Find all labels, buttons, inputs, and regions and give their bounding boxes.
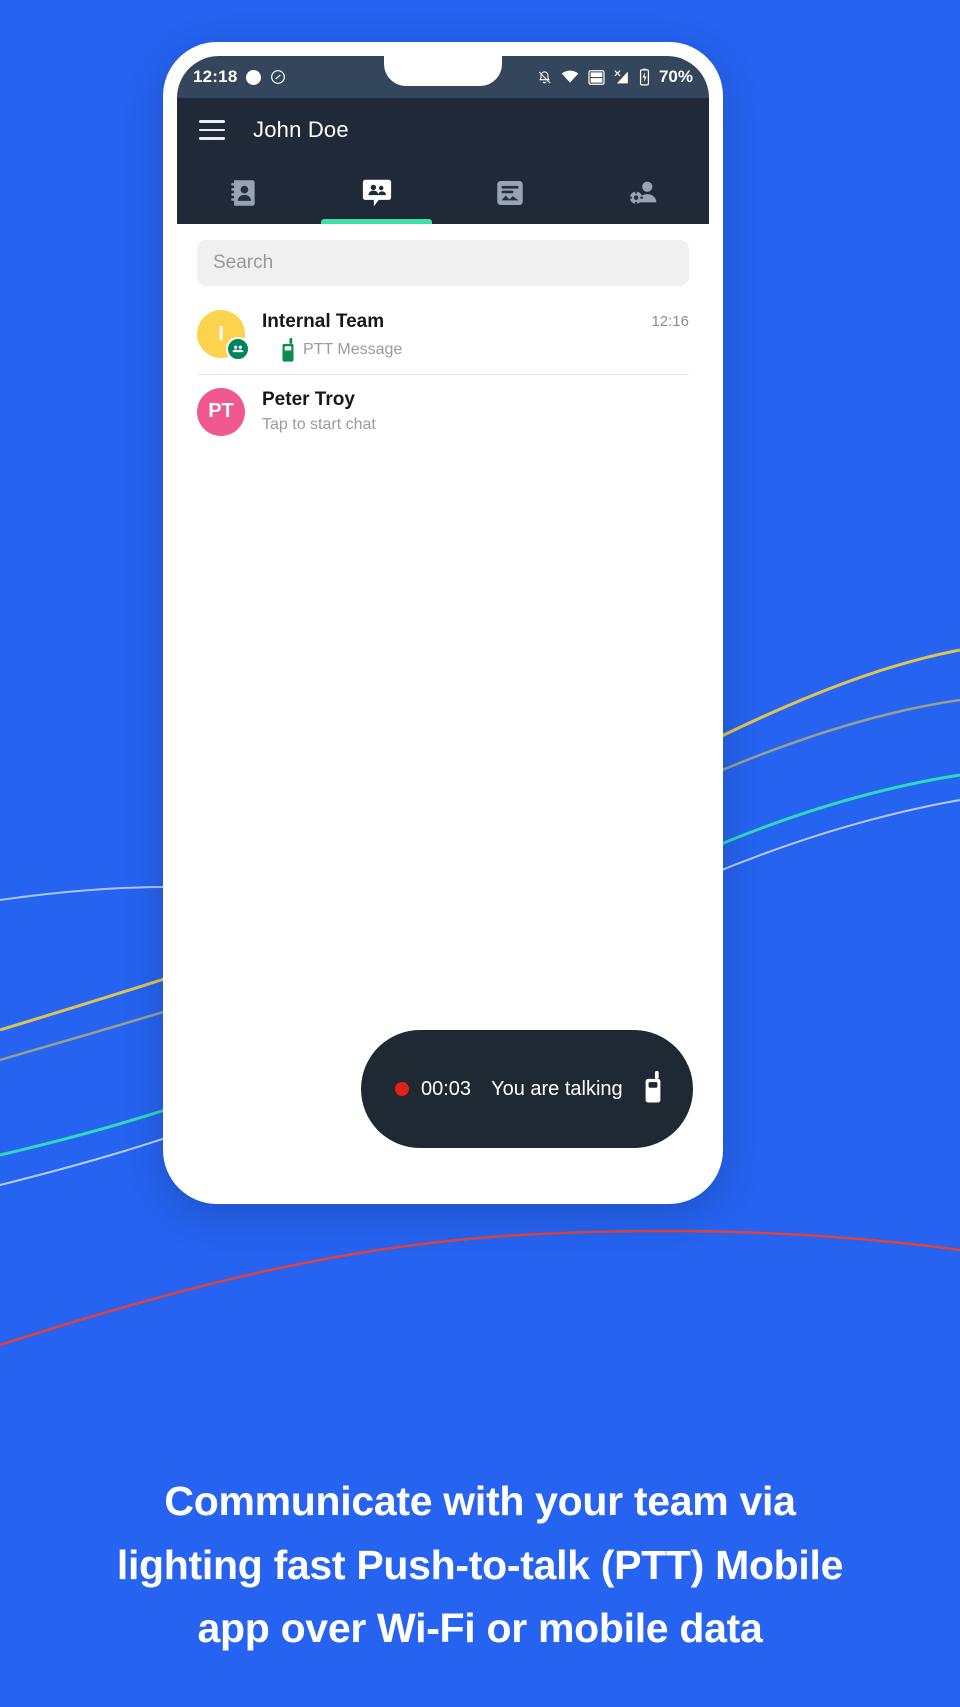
app-bar: John Doe: [177, 98, 709, 224]
chat-list: I Internal Team PTT Message 12:16 PT Pet…: [177, 296, 709, 448]
walkie-talkie-icon: [643, 1070, 663, 1108]
group-icon: [226, 337, 250, 361]
battery-percent-label: 70%: [658, 67, 693, 86]
app-title: John Doe: [253, 117, 349, 142]
account-settings-icon: [628, 181, 656, 205]
ptt-status-label: You are talking: [491, 1077, 623, 1100]
chat-preview-text: PTT Message: [303, 340, 403, 358]
status-bar: 12:18 70%: [177, 56, 709, 98]
chat-preview-text: Tap to start chat: [262, 415, 376, 433]
cellular-signal-off-icon: [614, 69, 628, 83]
phone-screen: 12:18 70% John Doe Search I Internal Tea…: [177, 56, 709, 1188]
volte-wifi-icon: [588, 69, 605, 85]
search-input[interactable]: Search: [197, 240, 689, 286]
avatar-initials: I: [218, 322, 224, 345]
status-bar-right: 70%: [537, 67, 693, 87]
contacts-book-icon: [230, 180, 255, 206]
app-bar-top: John Doe: [177, 98, 709, 162]
list-item[interactable]: PT Peter Troy Tap to start chat: [177, 373, 709, 448]
walkie-talkie-icon: [282, 337, 294, 362]
tab-channels[interactable]: [443, 162, 576, 224]
list-item-content: Internal Team PTT Message: [245, 310, 651, 362]
tab-chats[interactable]: [310, 162, 443, 224]
recording-indicator-icon: [395, 1082, 409, 1096]
notifications-muted-icon: [538, 70, 551, 83]
chat-preview-row: Tap to start chat: [262, 416, 689, 434]
app-content: Search I Internal Team PTT Message 12:16…: [177, 224, 709, 1188]
ptt-timer: 00:03: [421, 1077, 472, 1100]
avatar: I: [197, 310, 250, 361]
status-bar-left: 12:18: [193, 67, 286, 87]
group-chat-icon: [362, 179, 391, 207]
camera-notch: [384, 56, 502, 86]
ptt-status-pill[interactable]: 00:03 You are talking: [361, 1030, 693, 1148]
list-item[interactable]: I Internal Team PTT Message 12:16: [177, 296, 709, 374]
page-caption: Communicate with your team via lighting …: [116, 1478, 844, 1652]
tab-contacts[interactable]: [177, 162, 310, 224]
tab-account[interactable]: [576, 162, 709, 224]
chat-name: Internal Team: [262, 311, 385, 332]
chat-name: Peter Troy: [262, 388, 355, 410]
chat-timestamp: 12:16: [651, 313, 689, 330]
do-not-disturb-icon: [271, 70, 286, 84]
battery-charging-icon: [639, 68, 650, 86]
avatar-initials: PT: [208, 400, 234, 423]
avatar: PT: [197, 387, 245, 436]
record-dot-icon: [246, 69, 262, 85]
search-section: Search: [177, 224, 709, 296]
chat-preview-row: PTT Message: [262, 337, 651, 362]
phone-mockup: 12:18 70% John Doe Search I Internal Tea…: [163, 42, 723, 1204]
tab-bar: [177, 162, 709, 224]
channels-icon: [496, 180, 523, 206]
hamburger-menu-icon[interactable]: [199, 120, 225, 140]
wifi-icon: [561, 70, 579, 83]
list-item-content: Peter Troy Tap to start chat: [245, 388, 689, 434]
status-bar-clock: 12:18: [193, 67, 238, 86]
